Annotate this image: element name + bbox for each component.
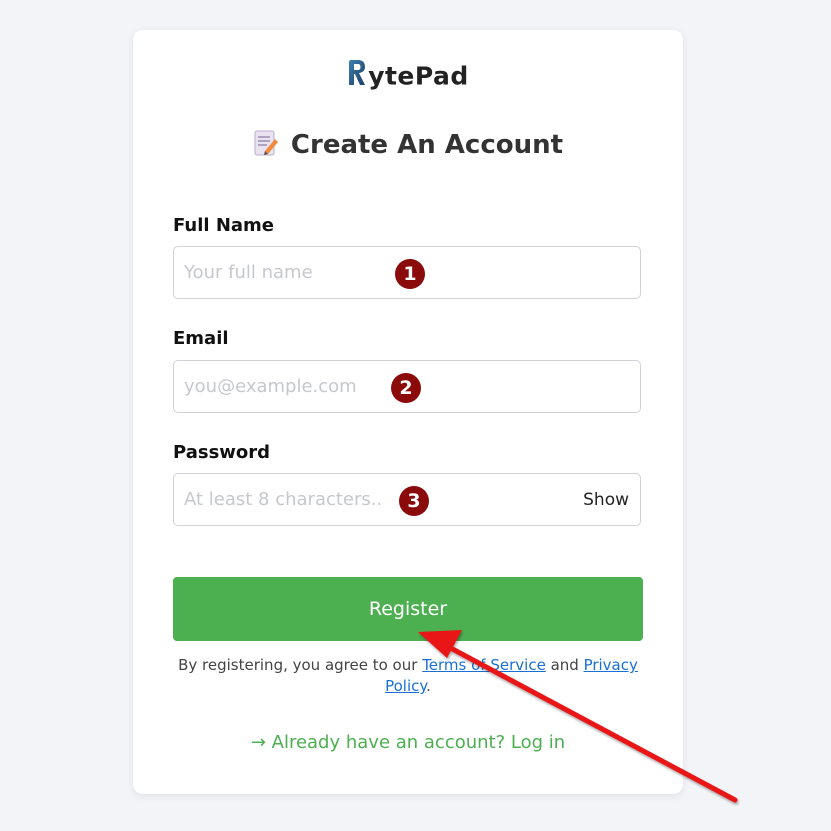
signup-card: ytePad Create An Account Full Name 1 Ema… — [133, 30, 683, 794]
terms-prefix: By registering, you agree to our — [178, 656, 423, 674]
email-label: Email — [173, 328, 229, 349]
show-password-toggle[interactable]: Show — [583, 490, 629, 510]
register-button[interactable]: Register — [173, 577, 643, 641]
page-title-text: Create An Account — [290, 130, 564, 160]
page-title: Create An Account — [133, 130, 683, 160]
annotation-badge-1: 1 — [395, 259, 425, 289]
terms-notice: By registering, you agree to our Terms o… — [173, 655, 643, 697]
terms-of-service-link[interactable]: Terms of Service — [422, 656, 546, 674]
terms-and: and — [545, 656, 584, 674]
password-field-box: 3 Show — [173, 473, 641, 526]
terms-suffix: . — [426, 677, 431, 695]
full-name-field-box: 1 — [173, 246, 641, 299]
annotation-badge-2: 2 — [391, 373, 421, 403]
brand-logo: ytePad — [133, 60, 683, 96]
full-name-label: Full Name — [173, 215, 274, 236]
email-field-box: 2 — [173, 360, 641, 413]
password-label: Password — [173, 442, 271, 463]
rytepad-logo-icon — [347, 59, 367, 87]
page: ytePad Create An Account Full Name 1 Ema… — [0, 0, 831, 831]
brand-name: ytePad — [368, 61, 469, 91]
memo-icon — [253, 129, 279, 157]
annotation-badge-3: 3 — [399, 486, 429, 516]
login-link[interactable]: → Already have an account? Log in — [133, 732, 683, 753]
